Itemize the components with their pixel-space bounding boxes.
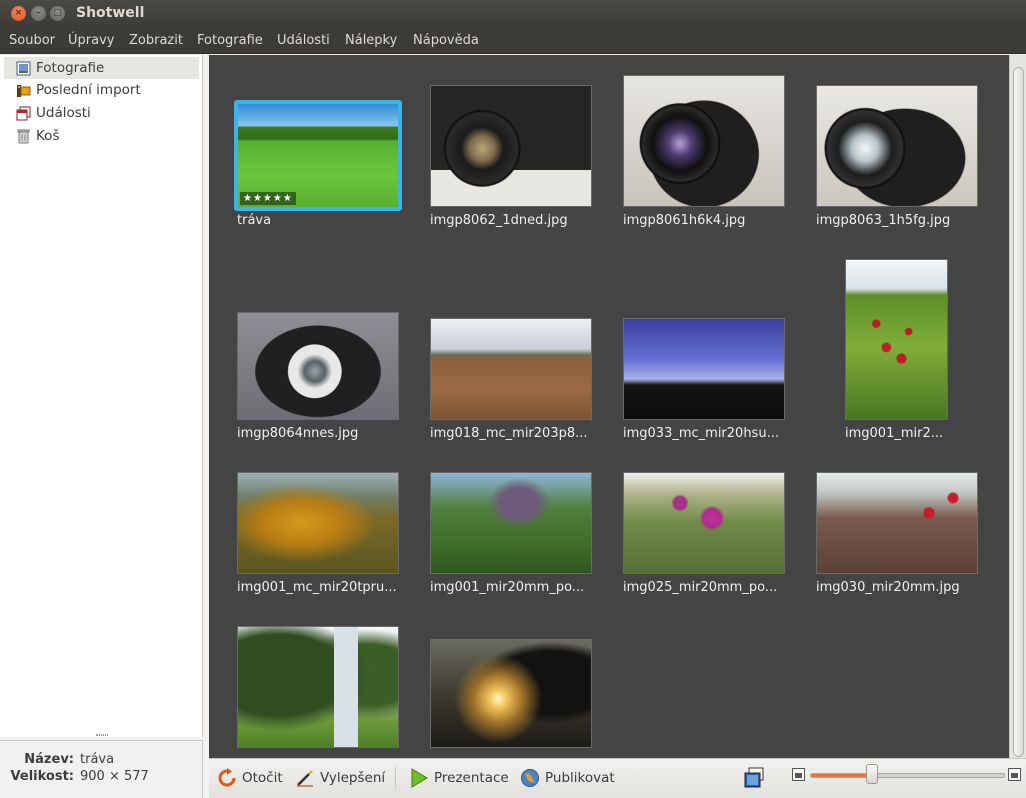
enhance-label: Vylepšení — [320, 770, 386, 786]
photo-thumbnail[interactable] — [430, 472, 592, 574]
photo-thumbnail[interactable] — [237, 626, 399, 748]
play-icon — [411, 768, 428, 788]
photo-caption: img001_mc_mir20tpru... — [237, 580, 397, 595]
zoom-in-icon[interactable] — [1008, 768, 1021, 781]
photo-grid: ★★★★★ tráva imgp8062_1dned.jpg imgp8061h… — [209, 55, 1009, 758]
publish-button[interactable]: Publikovat — [520, 766, 615, 790]
rotate-label: Otočit — [242, 770, 283, 786]
menu-udalosti[interactable]: Události — [277, 33, 330, 48]
photo-size-icon — [744, 767, 764, 788]
zoom-out-icon[interactable] — [792, 768, 805, 781]
photo-thumbnail[interactable] — [816, 472, 978, 574]
photo-caption: imgp8062_1dned.jpg — [430, 213, 568, 228]
slideshow-button[interactable]: Prezentace — [409, 766, 509, 790]
photo-thumbnail[interactable] — [623, 318, 785, 420]
zoom-slider-knob[interactable] — [866, 764, 878, 784]
photo-thumbnail[interactable] — [430, 85, 592, 207]
info-name-value: tráva — [80, 752, 115, 767]
magic-wand-icon — [297, 770, 313, 787]
menu-upravy[interactable]: Úpravy — [68, 33, 114, 48]
photo-thumbnail[interactable] — [816, 85, 978, 207]
sidebar-item-photos[interactable]: Fotografie — [4, 57, 199, 79]
photo-caption: imgp8063_1h5fg.jpg — [816, 213, 951, 228]
menu-nalepky[interactable]: Nálepky — [345, 33, 397, 48]
events-icon — [16, 106, 31, 121]
photo-caption: img001_mir20mm_po... — [430, 580, 585, 595]
photo-thumbnail[interactable] — [623, 75, 785, 207]
photo-caption: imgp8061h6k4.jpg — [623, 213, 746, 228]
photo-thumbnail[interactable] — [237, 312, 399, 420]
photo-caption: imgp8064nnes.jpg — [237, 426, 359, 441]
photo-info-panel: Název: tráva Velikost: 900 × 577 — [0, 740, 203, 798]
rotate-button[interactable]: Otočit — [217, 766, 283, 790]
menu-zobrazit[interactable]: Zobrazit — [129, 33, 183, 48]
sidebar-resize-grip[interactable] — [96, 734, 108, 736]
rotate-icon — [218, 768, 236, 787]
photo-caption: img030_mir20mm.jpg — [816, 580, 960, 595]
bottom-toolbar: Otočit Vylepšení Prezentace Publikovat — [209, 758, 1026, 798]
menu-bar: Soubor Úpravy Zobrazit Fotografie Událos… — [0, 29, 1026, 54]
sidebar-item-events[interactable]: Události — [4, 102, 199, 124]
sidebar-item-label: Koš — [36, 128, 60, 144]
photo-thumbnail[interactable] — [623, 472, 785, 574]
publish-label: Publikovat — [545, 770, 615, 786]
slideshow-label: Prezentace — [434, 770, 509, 786]
maximize-button[interactable]: □ — [50, 6, 65, 21]
window-title: Shotwell — [76, 5, 145, 21]
info-size-value: 900 × 577 — [80, 769, 149, 784]
photo-caption: img025_mir20mm_po... — [623, 580, 778, 595]
info-name-label: Název: — [24, 752, 74, 767]
menu-soubor[interactable]: Soubor — [9, 33, 55, 48]
close-icon: × — [14, 8, 23, 18]
sidebar-item-label: Fotografie — [36, 60, 105, 76]
info-size-label: Velikost: — [10, 769, 74, 784]
sidebar: Fotografie Poslední import Události Koš — [0, 55, 203, 737]
photo-caption: tráva — [237, 213, 272, 228]
minimize-button[interactable]: – — [31, 6, 46, 21]
vertical-scrollbar[interactable] — [1009, 55, 1026, 758]
globe-icon — [521, 769, 539, 787]
enhance-button[interactable]: Vylepšení — [295, 766, 385, 790]
photo-caption: img018_mc_mir203p8... — [430, 426, 588, 441]
sidebar-item-trash[interactable]: Koš — [4, 125, 199, 147]
photo-thumbnail[interactable] — [430, 318, 592, 420]
title-bar: × – □ Shotwell — [0, 0, 1026, 29]
photo-caption: img001_mir2... — [845, 426, 944, 441]
film-roll-icon — [17, 85, 31, 97]
rating-stars: ★★★★★ — [240, 192, 296, 205]
sidebar-item-label: Události — [36, 105, 91, 121]
zoom-slider[interactable] — [810, 773, 1005, 778]
photo-thumbnail[interactable] — [237, 472, 399, 574]
close-button[interactable]: × — [11, 6, 26, 21]
minimize-icon: – — [36, 8, 41, 18]
photos-icon — [16, 61, 31, 76]
sidebar-item-label: Poslední import — [36, 82, 141, 98]
photo-thumbnail[interactable]: ★★★★★ — [234, 100, 402, 211]
menu-napoveda[interactable]: Nápověda — [413, 33, 479, 48]
photo-thumbnail[interactable] — [845, 259, 948, 420]
zoom-slider-fill — [811, 774, 873, 777]
maximize-icon: □ — [53, 8, 62, 18]
scrollbar-thumb[interactable] — [1013, 67, 1024, 757]
photo-thumbnail[interactable] — [430, 639, 592, 748]
sidebar-item-last-import[interactable]: Poslední import — [4, 79, 199, 101]
toolbar-separator — [395, 767, 396, 789]
photo-caption: img033_mc_mir20hsu... — [623, 426, 779, 441]
trash-icon — [17, 129, 30, 144]
menu-fotografie[interactable]: Fotografie — [197, 33, 263, 48]
